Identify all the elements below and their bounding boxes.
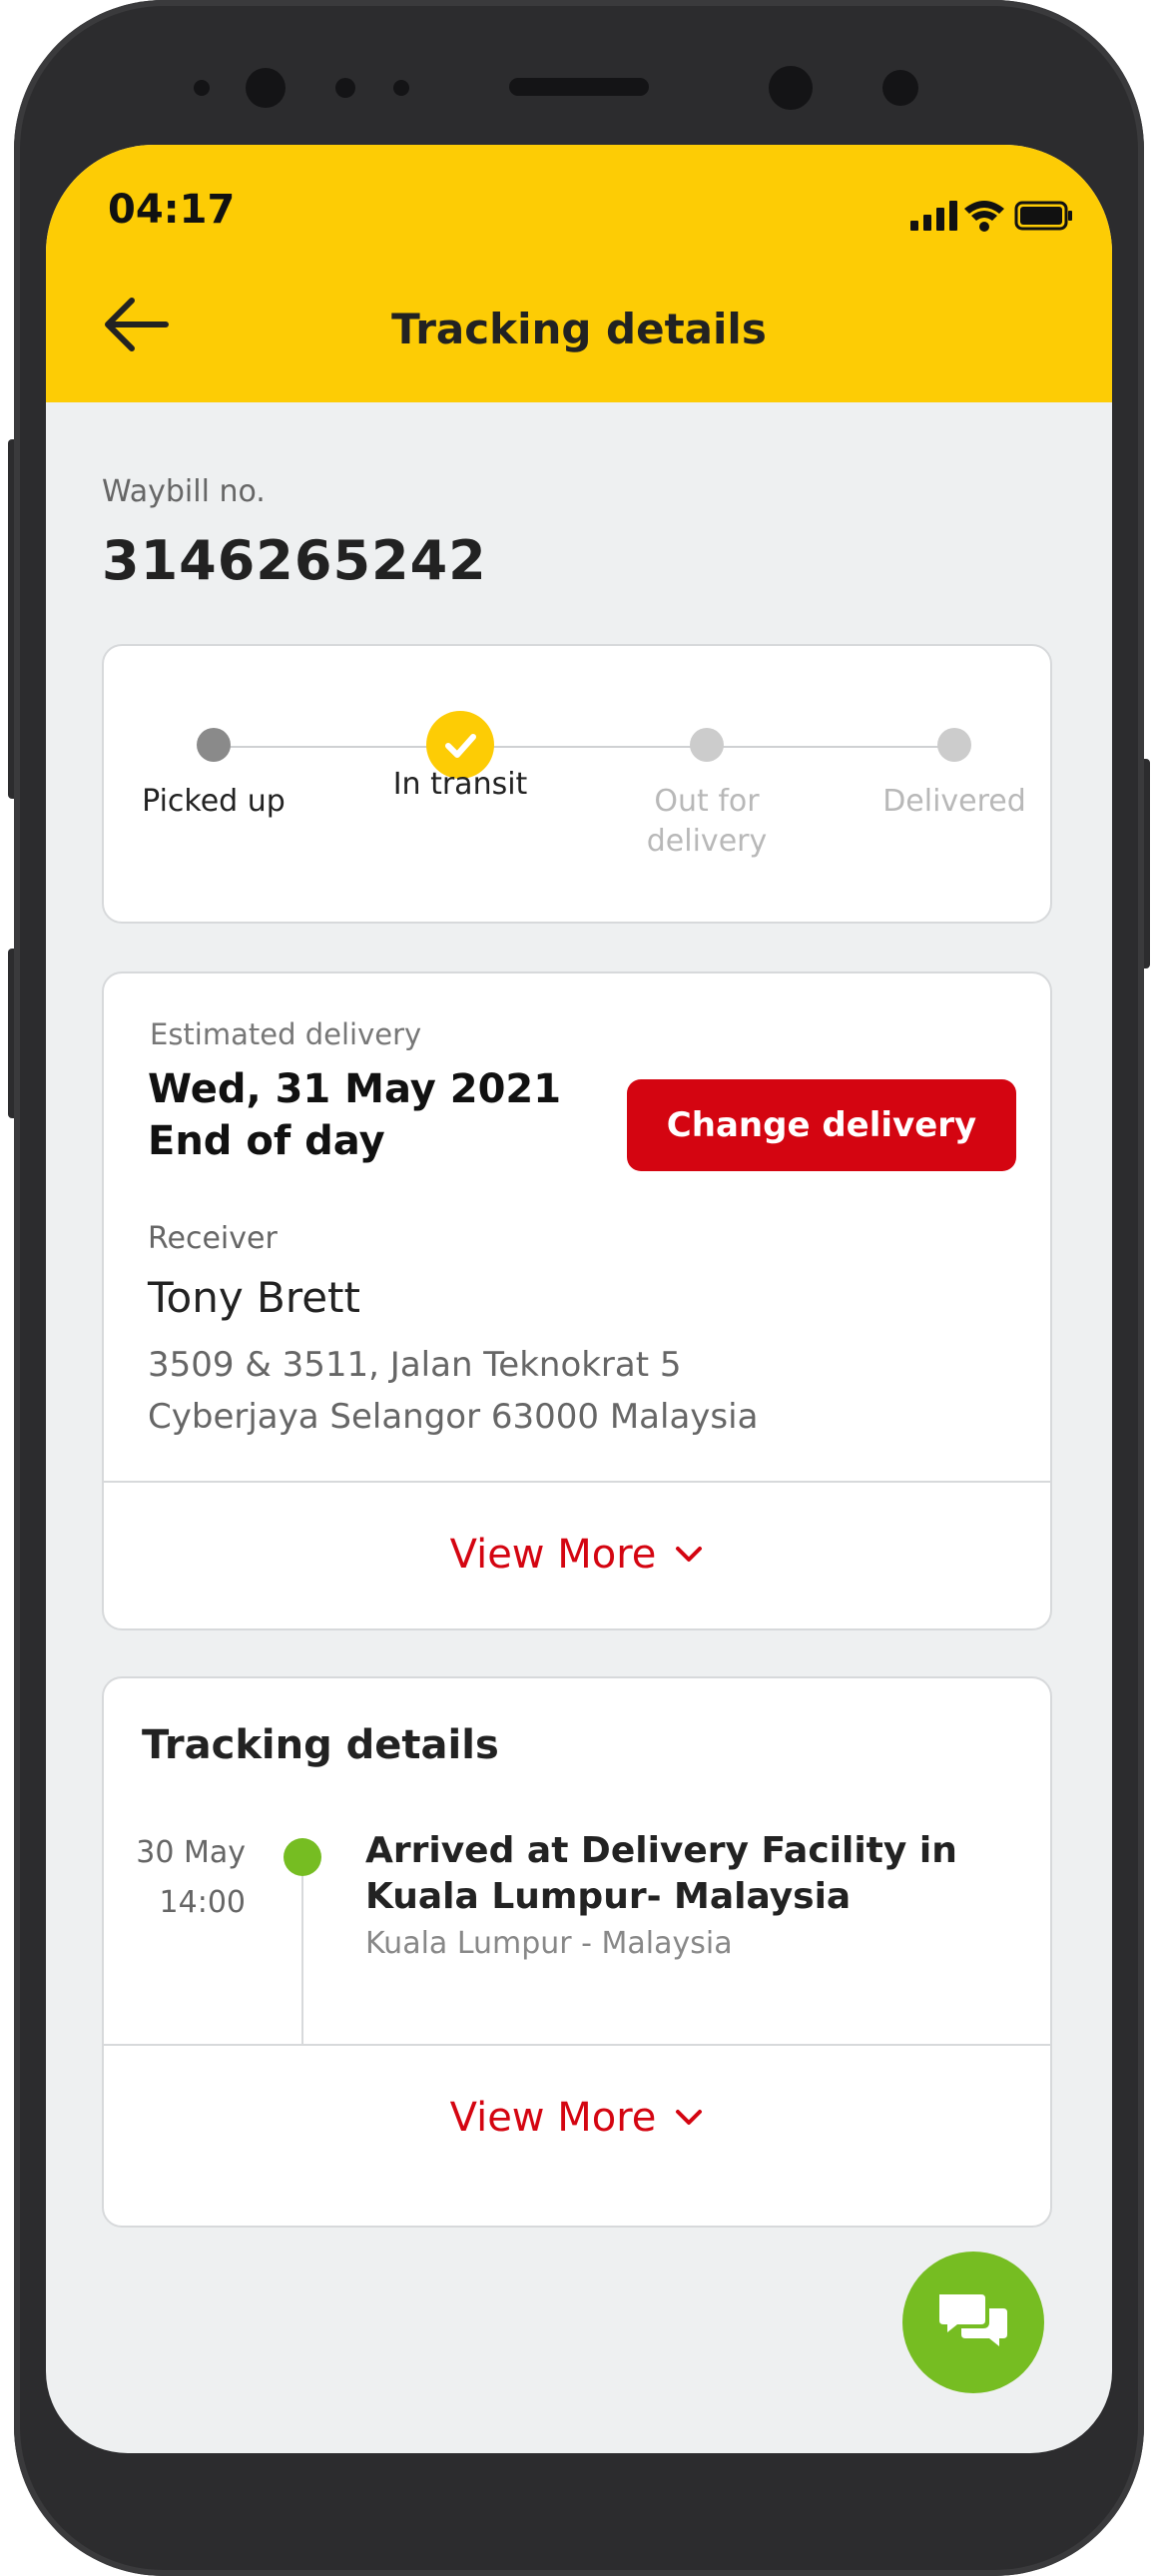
receiver-address: 3509 & 3511, Jalan Teknokrat 5 Cyberjaya…: [148, 1339, 758, 1443]
event-time: 14:00: [159, 1885, 246, 1920]
progress-step-in-transit: In transit: [360, 706, 560, 805]
wifi-icon: [964, 201, 1004, 232]
tracking-section-title: Tracking details: [142, 1722, 499, 1768]
delivery-info-card: Estimated delivery Wed, 31 May 2021 End …: [102, 971, 1052, 1630]
chat-bubbles-icon: [939, 2294, 1007, 2346]
chat-button[interactable]: [902, 2252, 1044, 2393]
step-label: Out for delivery: [646, 784, 768, 859]
estimated-delivery-label: Estimated delivery: [150, 1017, 422, 1051]
progress-step-out-for-delivery: Out for delivery: [607, 706, 807, 862]
address-line-1: 3509 & 3511, Jalan Teknokrat 5: [148, 1345, 682, 1385]
event-datetime: 30 May 14:00: [104, 1828, 246, 1928]
delivery-view-more-button[interactable]: View More: [104, 1483, 1050, 1626]
chevron-down-icon: [676, 1547, 703, 1562]
chevron-down-icon: [676, 2110, 703, 2125]
estimated-delivery-date: Wed, 31 May 2021 End of day: [148, 1063, 561, 1167]
delivery-time: End of day: [148, 1118, 385, 1164]
step-dot: [937, 728, 971, 762]
event-title: Arrived at Delivery Facility in Kuala Lu…: [365, 1830, 957, 1917]
battery-icon: [1014, 201, 1072, 231]
step-label: Picked up: [142, 784, 286, 819]
shipment-progress-card: Picked up In transit Out for delivery De…: [102, 644, 1052, 924]
tracking-view-more-button[interactable]: View More: [104, 2046, 1050, 2190]
view-more-label: View More: [449, 2095, 657, 2141]
step-label: In transit: [392, 767, 528, 802]
waybill-label: Waybill no.: [102, 474, 266, 509]
view-more-label: View More: [449, 1532, 657, 1578]
progress-step-delivered: Delivered: [855, 706, 1054, 822]
timeline-line: [301, 1876, 303, 2044]
step-label: Delivered: [882, 784, 1026, 819]
change-delivery-button[interactable]: Change delivery: [627, 1079, 1016, 1171]
delivery-date: Wed, 31 May 2021: [148, 1066, 562, 1112]
progress-track-line: [214, 746, 950, 748]
address-line-2: Cyberjaya Selangor 63000 Malaysia: [148, 1397, 759, 1437]
step-dot: [197, 728, 231, 762]
progress-step-picked-up: Picked up: [114, 706, 313, 822]
step-dot: [690, 728, 724, 762]
status-time: 04:17: [108, 187, 236, 233]
status-icons: [833, 195, 1072, 235]
waybill-number: 3146265242: [102, 529, 487, 592]
receiver-name: Tony Brett: [148, 1273, 360, 1322]
receiver-label: Receiver: [148, 1221, 278, 1256]
app-screen: 04:17 Tracking details Waybill no. 31462…: [46, 145, 1112, 2453]
event-date: 30 May: [136, 1835, 246, 1870]
signal-icon: [910, 201, 957, 231]
tracking-history-card: Tracking details 30 May 14:00 Arrived at…: [102, 1676, 1052, 2228]
page-title: Tracking details: [391, 305, 767, 353]
event-location: Kuala Lumpur - Malaysia: [365, 1926, 733, 1961]
event-status-dot: [284, 1838, 321, 1876]
app-header: 04:17 Tracking details: [46, 145, 1112, 402]
